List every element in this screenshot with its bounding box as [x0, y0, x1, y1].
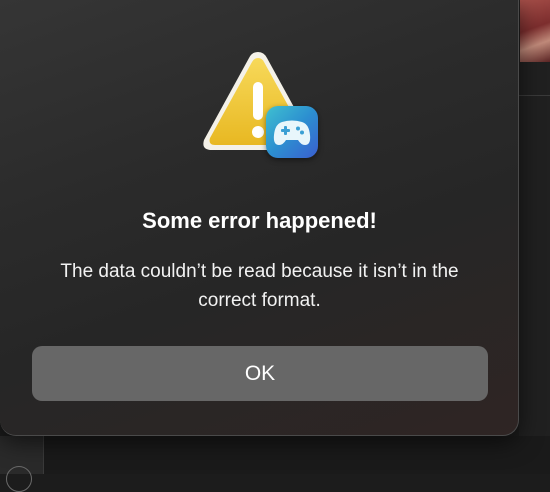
ok-button[interactable]: OK	[32, 346, 488, 401]
background-thumbnail-image	[520, 0, 550, 62]
alert-icon-group	[198, 46, 320, 164]
alert-message: The data couldn’t be read because it isn…	[60, 261, 459, 311]
game-controller-app-icon	[266, 106, 318, 158]
error-alert-sheet: Some error happened! The data couldn’t b…	[0, 0, 519, 436]
background-window-right	[519, 0, 550, 474]
background-circle-button	[6, 466, 32, 492]
background-window-bottom	[0, 436, 550, 474]
background-divider	[519, 95, 550, 96]
alert-title: Some error happened!	[142, 208, 377, 233]
